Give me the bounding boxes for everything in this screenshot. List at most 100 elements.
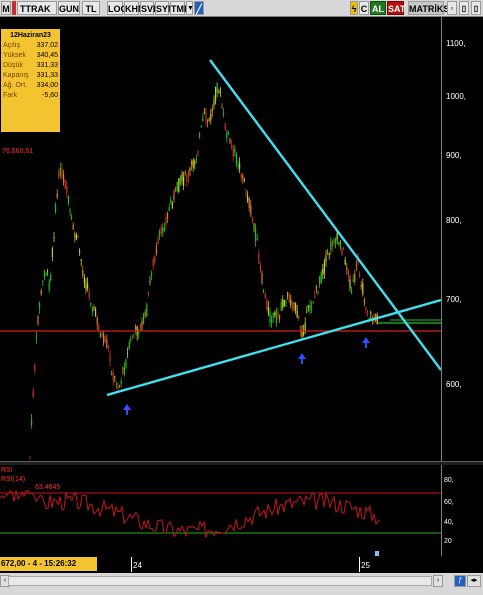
- candle-body: [170, 199, 172, 204]
- candle-body: [203, 111, 205, 113]
- candle-body: [338, 242, 340, 244]
- candle-body: [367, 310, 369, 313]
- candle-body: [90, 302, 92, 306]
- c-button[interactable]: C: [359, 1, 369, 15]
- candle-body: [55, 204, 57, 212]
- price-tick-800: 800,: [446, 216, 462, 225]
- candle-body: [301, 330, 303, 338]
- candle-body: [48, 281, 50, 291]
- candle-body: [320, 272, 322, 284]
- date-label-24: 24: [133, 561, 142, 570]
- candle-body: [35, 336, 37, 339]
- candle-body: [218, 89, 220, 94]
- candle-body: [133, 333, 135, 335]
- khn-button[interactable]: KHN: [124, 1, 145, 15]
- candle-body: [171, 202, 173, 208]
- buy-button[interactable]: AL: [370, 1, 386, 15]
- candle-body: [111, 372, 113, 375]
- candle-body: [61, 168, 63, 178]
- candle-body: [64, 180, 66, 189]
- candle-body: [259, 265, 261, 271]
- scroll-right-icon[interactable]: ›: [433, 575, 443, 587]
- candle-body: [279, 315, 281, 320]
- candle-body: [255, 228, 257, 242]
- candle-body: [234, 148, 236, 153]
- log-button[interactable]: LOG: [107, 1, 128, 15]
- candle-body: [346, 267, 348, 270]
- candle-body: [63, 174, 65, 182]
- indicator-icon[interactable]: ╱: [194, 1, 204, 15]
- function-icon[interactable]: ƒ: [454, 575, 466, 587]
- sell-button[interactable]: SAT: [387, 1, 405, 15]
- status-readout: 672,00 - 4 - 15:26:32: [0, 557, 97, 571]
- candle-body: [344, 259, 346, 265]
- candle-body: [58, 172, 60, 178]
- candle-body: [135, 326, 137, 330]
- candle-body: [237, 165, 239, 167]
- rsi-tick-20: 20: [444, 538, 452, 545]
- candle-body: [51, 248, 53, 257]
- candle-body: [349, 279, 351, 289]
- candle-body: [275, 310, 277, 324]
- candle-body: [152, 259, 154, 267]
- info-row: Açılış 337,02: [3, 42, 58, 49]
- dropdown-arrow-icon[interactable]: ▼: [186, 1, 194, 15]
- symbol-flag-icon: [12, 1, 16, 15]
- candle-body: [360, 284, 362, 288]
- candle-body: [351, 289, 353, 294]
- candle-body: [242, 175, 244, 179]
- candle-body: [178, 178, 180, 192]
- candle-body: [271, 319, 273, 323]
- candle-body: [147, 292, 149, 295]
- svd-button[interactable]: SVD: [140, 1, 160, 15]
- symbol-field[interactable]: TTRAK: [17, 1, 57, 15]
- candle-body: [101, 333, 103, 336]
- price-chart[interactable]: [0, 17, 441, 461]
- candle-body: [83, 277, 85, 284]
- candle-body: [47, 271, 49, 273]
- nav-arrows-icon[interactable]: ◂▸: [467, 575, 481, 587]
- rsi-title: RSI RSI(14): [1, 467, 26, 483]
- candle-body: [335, 238, 337, 243]
- candle-body: [343, 248, 345, 250]
- period-button[interactable]: GUN: [58, 1, 80, 15]
- candle-body: [283, 300, 285, 307]
- rsi-chart[interactable]: [0, 465, 441, 547]
- sym-button[interactable]: SYM: [155, 1, 176, 15]
- candle-body: [42, 280, 44, 282]
- scroll-track[interactable]: [8, 576, 432, 586]
- candle-body: [370, 311, 372, 314]
- lightning-icon[interactable]: ϟ: [350, 1, 358, 15]
- currency-button[interactable]: TL: [82, 1, 100, 15]
- matriks-button[interactable]: MATRİKS: [408, 1, 449, 15]
- horizontal-scrollbar[interactable]: ‹ › ƒ ◂▸: [0, 573, 483, 595]
- candle-body: [175, 187, 177, 189]
- candle-body: [226, 132, 228, 138]
- close-icon[interactable]: ▯: [471, 1, 481, 15]
- minimize-icon[interactable]: ▫: [447, 1, 457, 15]
- candle-body: [40, 290, 42, 295]
- candle-body: [261, 273, 263, 284]
- candle-body: [59, 167, 61, 176]
- candle-body: [306, 311, 308, 313]
- candle-body: [274, 312, 276, 315]
- candle-body: [130, 338, 132, 340]
- menu-m-button[interactable]: M: [1, 1, 11, 15]
- candle-body: [362, 283, 364, 295]
- candle-body: [355, 264, 357, 266]
- maximize-icon[interactable]: ▯: [459, 1, 469, 15]
- candle-body: [154, 255, 156, 262]
- candle-body: [165, 217, 167, 225]
- candle-body: [189, 168, 191, 171]
- candle-body: [31, 419, 33, 426]
- candle-body: [88, 292, 90, 298]
- candle-body: [325, 255, 327, 262]
- ohlc-info-box: 12Haziran23 Açılış 337,02 Yüksek 340,45 Dü…: [1, 29, 60, 132]
- price-tick-1000: 1000,: [446, 92, 467, 101]
- candle-body: [216, 82, 218, 93]
- candle-body: [95, 309, 97, 316]
- candle-body: [191, 161, 193, 166]
- candle-body: [157, 238, 159, 244]
- tmp-button[interactable]: TMP: [170, 1, 190, 15]
- candle-body: [125, 359, 127, 368]
